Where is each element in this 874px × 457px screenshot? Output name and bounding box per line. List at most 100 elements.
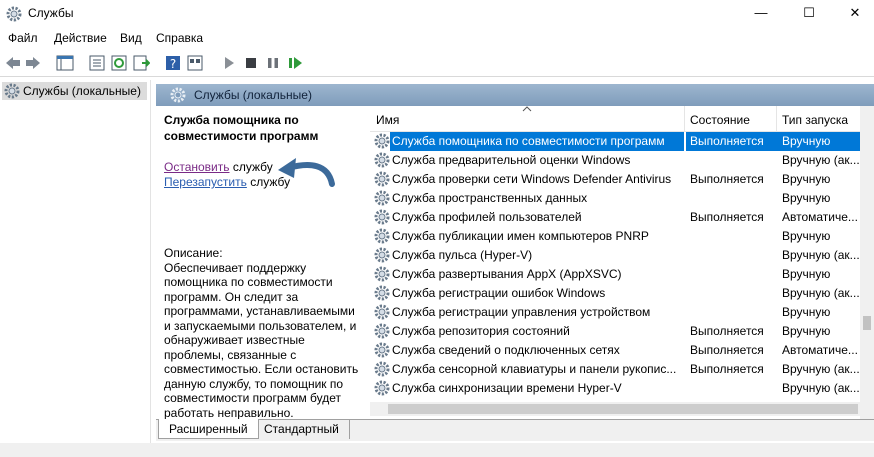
- vertical-scrollbar[interactable]: [860, 106, 874, 419]
- console-tree: Службы (локальные): [0, 80, 151, 457]
- service-gear-icon: [374, 171, 390, 187]
- restart-action: Перезапустить службу: [164, 175, 290, 190]
- stop-suffix: службу: [229, 160, 273, 174]
- back-arrow-icon[interactable]: [4, 54, 22, 72]
- stop-service-icon[interactable]: [242, 54, 260, 72]
- service-name-cell: Служба регистрации ошибок Windows: [392, 286, 606, 300]
- tab-standard[interactable]: Стандартный: [254, 419, 350, 439]
- export-list-icon[interactable]: [132, 54, 150, 72]
- menu-help[interactable]: Справка: [156, 31, 203, 45]
- horizontal-scrollbar[interactable]: [370, 402, 860, 416]
- column-header-startup[interactable]: Тип запуска: [782, 113, 848, 127]
- restart-service-link[interactable]: Перезапустить: [164, 175, 247, 189]
- tree-item-local-services[interactable]: Службы (локальные): [2, 82, 147, 100]
- service-gear-icon: [374, 228, 390, 244]
- menu-action[interactable]: Действие: [54, 31, 107, 45]
- tab-extended[interactable]: Расширенный: [158, 419, 259, 439]
- service-gear-icon: [374, 190, 390, 206]
- service-name-cell: Служба проверки сети Windows Defender An…: [392, 172, 672, 186]
- menu-view[interactable]: Вид: [120, 31, 142, 45]
- service-gear-icon: [374, 304, 390, 320]
- table-row[interactable]: Служба предварительной оценки Windows Вру…: [370, 151, 874, 170]
- horizontal-scroll-thumb[interactable]: [388, 404, 858, 414]
- service-status-cell: [686, 303, 778, 322]
- service-gear-icon: [374, 285, 390, 301]
- status-bar: [0, 443, 874, 457]
- service-gear-icon: [374, 133, 390, 149]
- description-label: Описание:: [164, 246, 223, 260]
- panel-header-title: Службы (локальные): [194, 88, 312, 102]
- service-name-cell: Служба профилей пользователей: [392, 210, 582, 224]
- service-name-cell: Служба помощника по совместимости програ…: [390, 132, 684, 151]
- pointer-arrow-icon: [278, 158, 335, 187]
- window-title: Службы: [28, 6, 74, 20]
- service-name-cell: Служба репозитория состояний: [392, 324, 570, 338]
- column-divider[interactable]: [776, 106, 777, 132]
- table-row[interactable]: Служба регистрации ошибок Windows Вручную…: [370, 284, 874, 303]
- table-row[interactable]: Служба репозитория состояний Выполняется В…: [370, 322, 874, 341]
- close-button[interactable]: ✕: [832, 0, 874, 27]
- pause-service-icon[interactable]: [264, 54, 282, 72]
- console-tree-icon[interactable]: [56, 54, 74, 72]
- menu-file[interactable]: Файл: [8, 31, 38, 45]
- list-rows: Служба помощника по совместимости програ…: [370, 132, 874, 398]
- minimize-button[interactable]: —: [738, 0, 784, 27]
- maximize-button[interactable]: ☐: [786, 0, 832, 27]
- show-hide-pane-icon[interactable]: [186, 54, 204, 72]
- services-gear-icon: [4, 83, 20, 99]
- column-header-name[interactable]: Имя: [376, 113, 399, 127]
- column-divider[interactable]: [684, 106, 685, 132]
- properties-icon[interactable]: [88, 54, 106, 72]
- service-status-cell: Выполняется: [686, 132, 778, 151]
- table-row[interactable]: Служба сведений о подключенных сетях Выпо…: [370, 341, 874, 360]
- service-status-cell: [686, 227, 778, 246]
- service-status-cell: Выполняется: [690, 210, 764, 224]
- vertical-scroll-thumb[interactable]: [863, 316, 871, 330]
- table-row[interactable]: Служба помощника по совместимости програ…: [370, 132, 874, 151]
- table-row[interactable]: Служба развертывания AppX (AppXSVC) Вручн…: [370, 265, 874, 284]
- table-row[interactable]: Служба проверки сети Windows Defender An…: [370, 170, 874, 189]
- table-row[interactable]: Служба публикации имен компьютеров PNRP В…: [370, 227, 874, 246]
- tree-item-label: Службы (локальные): [23, 84, 141, 98]
- services-gear-icon: [6, 6, 22, 22]
- service-gear-icon: [374, 323, 390, 339]
- table-row[interactable]: Служба сенсорной клавиатуры и панели рук…: [370, 360, 874, 379]
- table-row[interactable]: Служба пульса (Hyper-V) Вручную (ак...: [370, 246, 874, 265]
- service-status-cell: Выполняется: [690, 324, 764, 338]
- services-panel: Службы (локальные) Служба помощника по с…: [156, 84, 874, 457]
- service-startup-cell: Вручную: [782, 324, 831, 338]
- service-name-cell: Служба регистрации управления устройство…: [392, 305, 651, 319]
- service-startup-cell: Вручную: [782, 172, 831, 186]
- forward-arrow-icon[interactable]: [24, 54, 42, 72]
- service-startup-cell: Вручную: [782, 305, 831, 319]
- service-name-cell: Служба сенсорной клавиатуры и панели рук…: [392, 362, 677, 376]
- service-startup-cell: Вручную: [782, 191, 831, 205]
- start-service-icon[interactable]: [220, 54, 238, 72]
- table-row[interactable]: Служба регистрации управления устройство…: [370, 303, 874, 322]
- column-header-status[interactable]: Состояние: [690, 113, 750, 127]
- restart-service-icon[interactable]: [286, 54, 304, 72]
- sort-ascending-icon: [522, 106, 532, 112]
- service-gear-icon: [374, 380, 390, 396]
- service-startup-cell: Вручную (ак...: [782, 286, 860, 300]
- description-text: Описание: Обеспечивает поддержку помощни…: [164, 246, 360, 420]
- service-status-cell: Выполняется: [690, 362, 764, 376]
- stop-service-link[interactable]: Остановить: [164, 160, 230, 174]
- service-startup-cell: Автоматиче...: [782, 343, 858, 357]
- service-status-cell: [686, 151, 778, 170]
- service-name-cell: Служба пульса (Hyper-V): [392, 248, 533, 262]
- description-pane: Служба помощника по совместимости програ…: [156, 106, 362, 420]
- refresh-icon[interactable]: [110, 54, 128, 72]
- service-name-cell: Служба синхронизации времени Hyper-V: [392, 381, 622, 395]
- service-name-cell: Служба предварительной оценки Windows: [392, 153, 631, 167]
- service-status-cell: Выполняется: [690, 172, 764, 186]
- service-startup-cell: Вручную (ак...: [782, 248, 860, 262]
- service-startup-cell: Вручную (ак...: [782, 153, 860, 167]
- table-row[interactable]: Служба пространственных данных Вручную: [370, 189, 874, 208]
- service-status-cell: [686, 189, 778, 208]
- help-icon[interactable]: ?: [164, 54, 182, 72]
- description-body: Обеспечивает поддержку помощника по совм…: [164, 260, 359, 420]
- table-row[interactable]: Служба профилей пользователей Выполняется…: [370, 208, 874, 227]
- table-row[interactable]: Служба синхронизации времени Hyper-V Вруч…: [370, 379, 874, 398]
- title-bar: Службы — ☐ ✕: [0, 0, 874, 27]
